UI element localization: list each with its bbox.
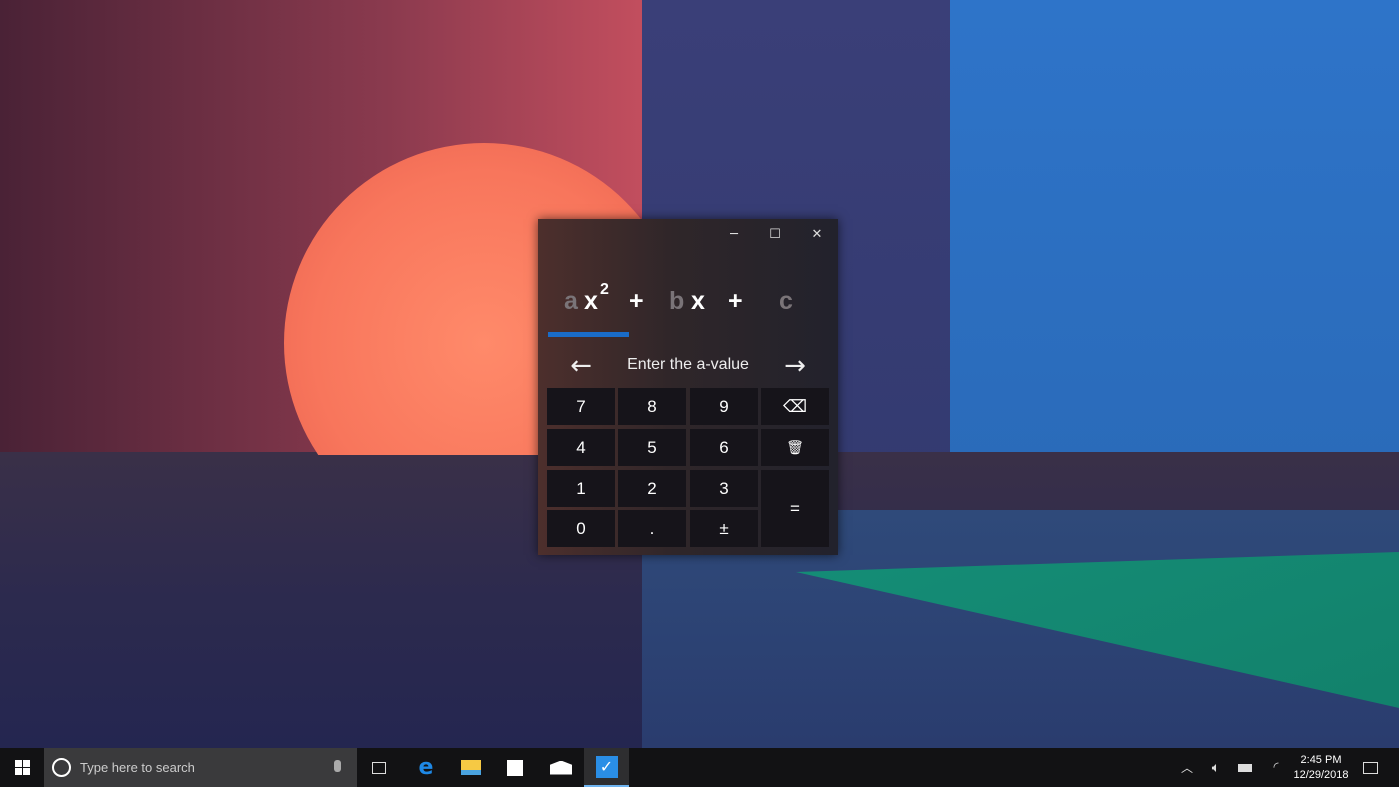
x-term: x [691,287,705,316]
time: 2:45 PM [1301,753,1342,768]
wifi-icon[interactable]: ◜ [1264,748,1288,787]
prompt-label: Enter the a-value [598,356,778,374]
exponent: 2 [600,281,609,299]
file-explorer-icon[interactable] [449,748,493,787]
coef-b[interactable]: b [669,287,684,316]
quadratic-solver-window: ─ ☐ ✕ a x 2 + b x + c ← Enter the a-valu… [538,219,838,555]
equals-button[interactable]: = [761,470,829,547]
clock[interactable]: 2:45 PM 12/29/2018 [1290,748,1352,787]
cortana-icon [52,758,71,777]
key-0[interactable]: 0 [547,510,615,547]
task-view-icon [372,762,386,774]
edge-icon[interactable]: e [403,748,449,787]
x-squared: x [584,287,598,316]
key-1[interactable]: 1 [547,470,615,507]
key-5[interactable]: 5 [618,429,686,466]
show-hidden-icons-button[interactable]: ︿ [1176,748,1198,787]
plus-sign: + [728,287,743,316]
decimal-button[interactable]: . [618,510,686,547]
store-icon[interactable] [493,748,537,787]
battery-icon[interactable] [1234,748,1256,787]
coef-a[interactable]: a [564,287,578,316]
mail-icon[interactable] [539,748,583,787]
date: 12/29/2018 [1293,768,1348,783]
coef-c[interactable]: c [779,287,793,316]
backspace-icon: ⌫ [783,397,807,417]
active-coefficient-indicator [548,332,629,337]
backspace-button[interactable]: ⌫ [761,388,829,425]
key-9[interactable]: 9 [690,388,758,425]
forward-arrow-button[interactable]: → [775,352,815,382]
plus-minus-button[interactable]: ± [690,510,758,547]
close-button[interactable]: ✕ [796,219,838,249]
key-3[interactable]: 3 [690,470,758,507]
maximize-button[interactable]: ☐ [754,219,796,249]
quadratic-app-icon[interactable]: ✓ [584,748,629,787]
windows-icon [15,760,30,775]
search-box[interactable]: Type here to search [44,748,357,787]
key-4[interactable]: 4 [547,429,615,466]
search-placeholder: Type here to search [80,760,195,775]
start-button[interactable] [0,748,44,787]
back-arrow-button[interactable]: ← [561,352,601,382]
minimize-button[interactable]: ─ [713,219,755,249]
key-2[interactable]: 2 [618,470,686,507]
equation-display: a x 2 + b x + c [538,287,838,321]
key-8[interactable]: 8 [618,388,686,425]
plus-sign: + [629,287,644,316]
key-7[interactable]: 7 [547,388,615,425]
clear-button[interactable]: 🗑 [761,429,829,466]
notification-icon [1363,762,1378,774]
microphone-icon[interactable] [334,760,341,772]
volume-icon[interactable]: 🔈︎ [1204,748,1228,787]
action-center-button[interactable] [1356,748,1384,787]
task-view-button[interactable] [357,748,401,787]
key-6[interactable]: 6 [690,429,758,466]
trash-icon: 🗑 [786,439,804,456]
taskbar: Type here to search e ✓ ︿ 🔈︎ ◜ 2:45 PM 1… [0,748,1399,787]
